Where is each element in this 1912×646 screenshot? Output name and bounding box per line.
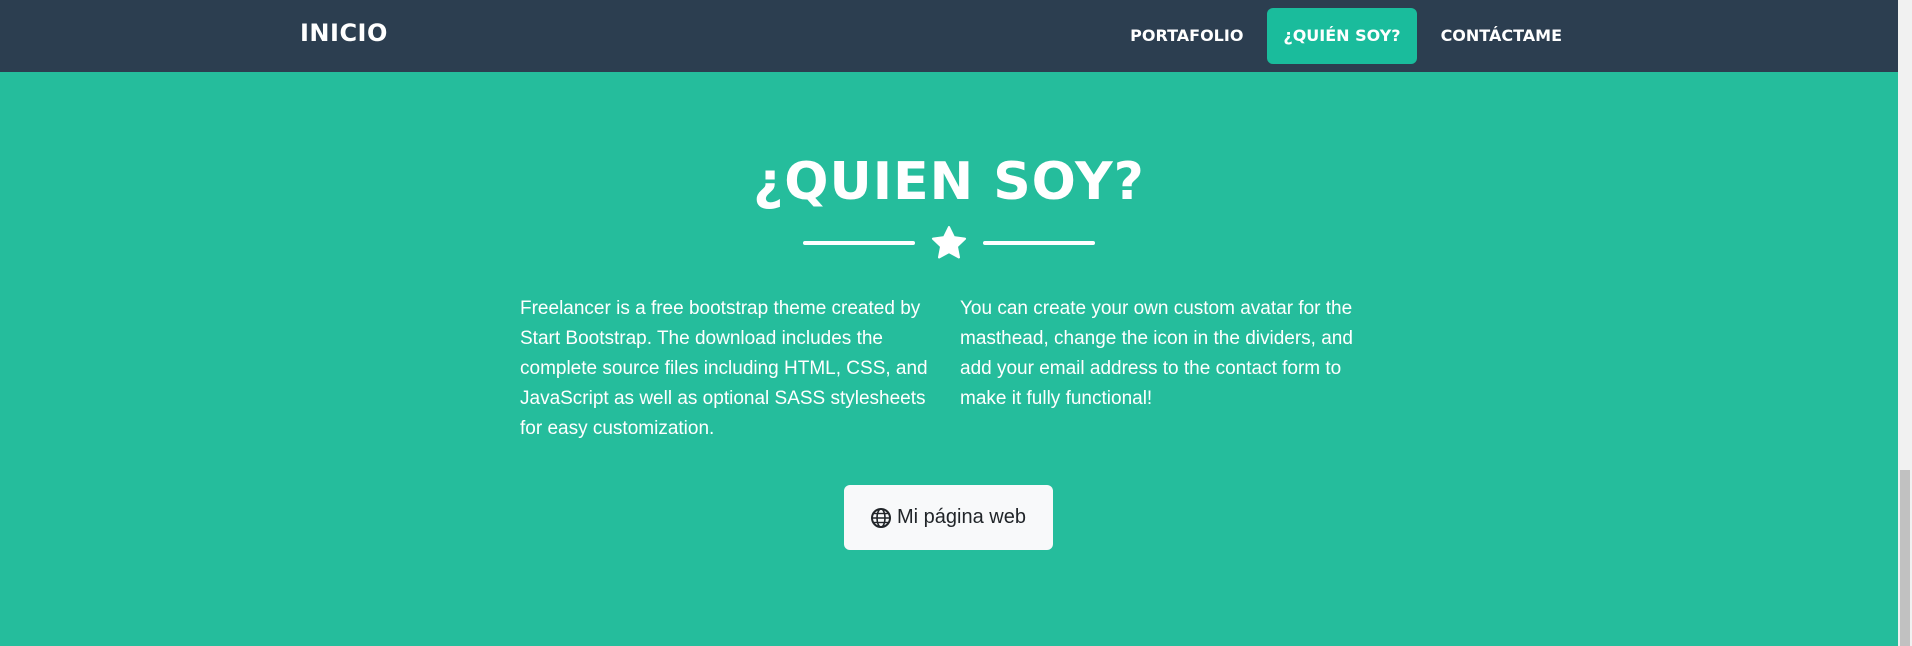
globe-icon <box>871 507 892 528</box>
about-paragraph-right: You can create your own custom avatar fo… <box>960 298 1353 409</box>
page: INICIO PORTAFOLIO ¿QUIÉN SOY? CONTÁCTAME… <box>0 0 1912 646</box>
star-icon <box>931 226 967 260</box>
nav-link-contactame[interactable]: CONTÁCTAME <box>1425 8 1578 64</box>
website-button-label: Mi página web <box>897 506 1026 528</box>
website-button[interactable]: Mi página web <box>844 485 1053 550</box>
nav-links: PORTAFOLIO ¿QUIÉN SOY? CONTÁCTAME <box>1114 8 1578 64</box>
divider-line-left <box>803 241 915 245</box>
about-paragraph-left: Freelancer is a free bootstrap theme cre… <box>520 298 928 439</box>
nav-link-quien-soy[interactable]: ¿QUIÉN SOY? <box>1267 8 1417 64</box>
brand-link[interactable]: INICIO <box>300 19 388 47</box>
section-divider <box>0 226 1898 260</box>
scrollbar-thumb[interactable] <box>1900 470 1910 646</box>
nav-link-portafolio[interactable]: PORTAFOLIO <box>1114 8 1259 64</box>
section-title: ¿QUIEN SOY? <box>753 152 1145 212</box>
navbar: INICIO PORTAFOLIO ¿QUIÉN SOY? CONTÁCTAME <box>0 0 1898 72</box>
about-columns: Freelancer is a free bootstrap theme cre… <box>520 294 1380 444</box>
divider-line-right <box>983 241 1095 245</box>
scrollbar[interactable] <box>1898 0 1912 646</box>
